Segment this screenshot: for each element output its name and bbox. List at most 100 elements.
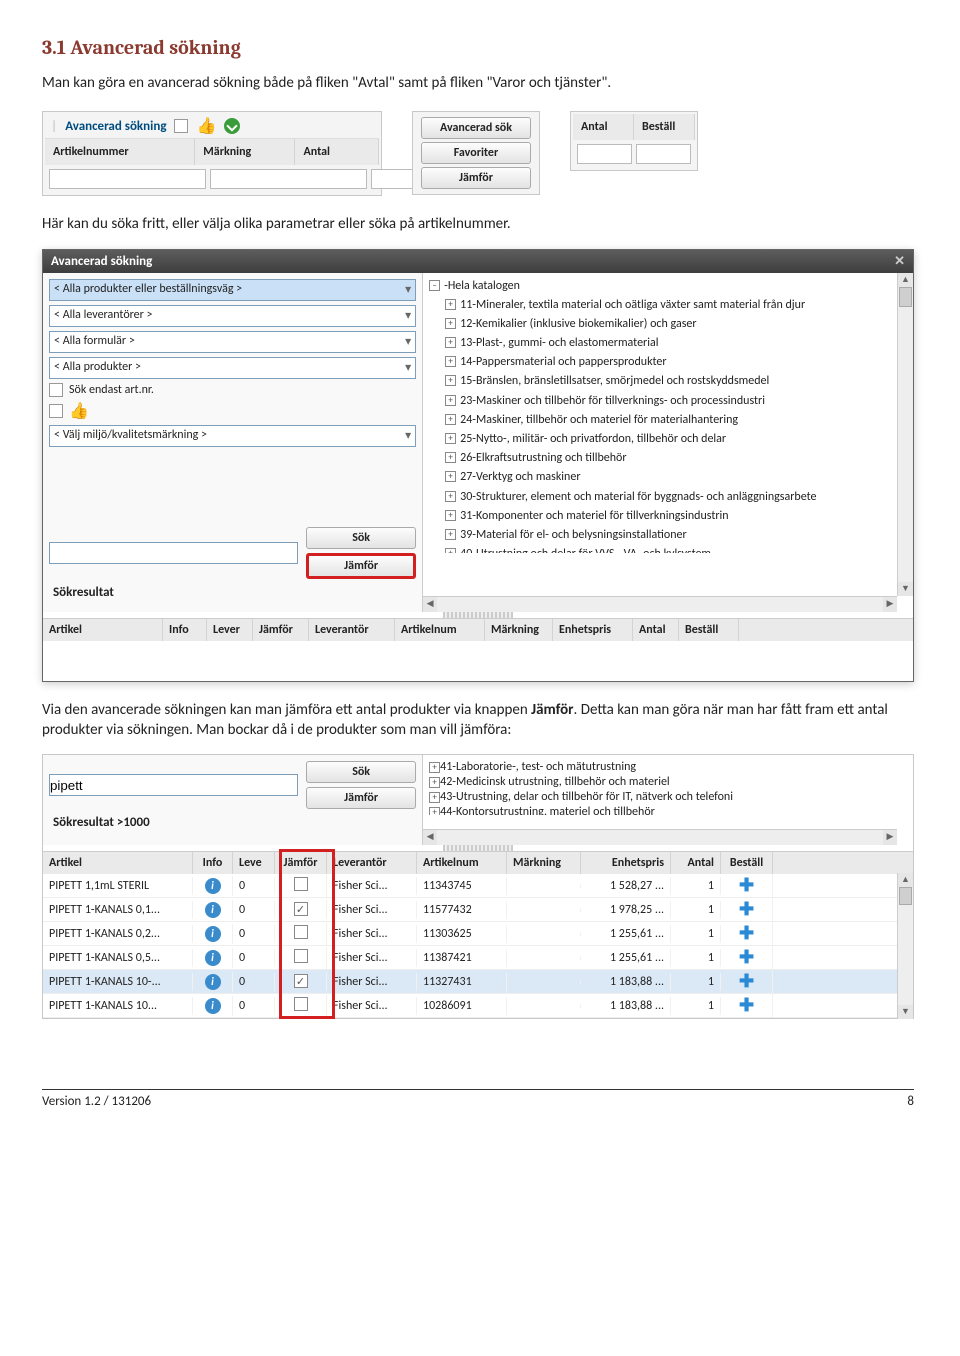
tree-expander-icon[interactable] bbox=[445, 395, 456, 406]
col-header[interactable]: Beställ bbox=[679, 619, 739, 641]
tree-node-label[interactable]: 11-Mineraler, textila material och oätli… bbox=[460, 296, 805, 315]
jamfor-button-highlighted[interactable]: Jämför bbox=[306, 553, 416, 579]
table-row[interactable]: PIPETT 1-KANALS 0,2...i0Fisher Sci...113… bbox=[43, 922, 913, 946]
scroll-left-icon[interactable]: ◀ bbox=[423, 597, 437, 612]
col-header[interactable]: Enhetspris bbox=[553, 619, 633, 641]
tree-expander-icon[interactable] bbox=[445, 375, 456, 386]
tree-node-label[interactable]: 23-Maskiner och tillbehör för tillverkni… bbox=[460, 392, 765, 411]
green-check-icon[interactable] bbox=[224, 118, 240, 134]
add-icon[interactable]: ✚ bbox=[739, 946, 754, 968]
add-icon[interactable]: ✚ bbox=[739, 874, 754, 896]
cell-info[interactable]: i bbox=[193, 996, 233, 1016]
cell-jamfor[interactable]: ✓ bbox=[275, 900, 327, 919]
col-header[interactable]: Beställ bbox=[721, 852, 773, 874]
tree-expander-icon[interactable] bbox=[429, 792, 440, 803]
tree-node-label[interactable]: 44-Kontorsutrustning, materiel och tillb… bbox=[440, 805, 655, 815]
table-row[interactable]: PIPETT 1-KANALS 10-...i0✓Fisher Sci...11… bbox=[43, 970, 913, 994]
cell-info[interactable]: i bbox=[193, 948, 233, 968]
col-header[interactable]: Artikel bbox=[43, 852, 193, 874]
cell-bestall[interactable]: ✚ bbox=[721, 898, 773, 921]
scroll-up-icon[interactable]: ▲ bbox=[898, 873, 913, 887]
close-icon[interactable]: ✕ bbox=[894, 254, 905, 269]
tree-expander-icon[interactable] bbox=[429, 280, 440, 291]
cell-bestall[interactable]: ✚ bbox=[721, 874, 773, 897]
table-row[interactable]: PIPETT 1-KANALS 0,5...i0Fisher Sci...113… bbox=[43, 946, 913, 970]
cell-antal[interactable]: 1 bbox=[671, 973, 721, 991]
filter-select-1[interactable]: < Alla leverantörer >▾ bbox=[49, 305, 416, 327]
cell-bestall[interactable]: ✚ bbox=[721, 994, 773, 1017]
thumb-up-icon[interactable]: 👍 bbox=[196, 116, 216, 136]
info-icon[interactable]: i bbox=[205, 998, 221, 1014]
favoriter-button[interactable]: Favoriter bbox=[421, 142, 531, 164]
tree-node-label[interactable]: 26-Elkraftsutrustning och tillbehör bbox=[460, 449, 626, 468]
cell-bestall[interactable]: ✚ bbox=[721, 922, 773, 945]
tree-node-label[interactable]: 43-Utrustning, delar och tillbehör för I… bbox=[440, 790, 733, 804]
catalog-tree[interactable]: -Hela katalogen11-Mineraler, textila mat… bbox=[423, 273, 913, 553]
col-header[interactable]: Artikel bbox=[43, 619, 163, 641]
scrollbar-vertical[interactable]: ▲ ▼ bbox=[897, 273, 913, 596]
scroll-down-icon[interactable]: ▼ bbox=[898, 1005, 913, 1019]
cell-info[interactable]: i bbox=[193, 876, 233, 896]
tree-expander-icon[interactable] bbox=[429, 777, 440, 788]
tree-expander-icon[interactable] bbox=[429, 762, 440, 773]
table-row[interactable]: PIPETT 1,1mL STERILi0Fisher Sci...113437… bbox=[43, 874, 913, 898]
tree-node-label[interactable]: 12-Kemikalier (inklusive biokemikalier) … bbox=[460, 315, 696, 334]
compare-checkbox[interactable] bbox=[294, 997, 308, 1011]
col-header[interactable]: Leverantör bbox=[327, 852, 417, 874]
col-header[interactable]: Enhetspris bbox=[581, 852, 671, 874]
cell-jamfor[interactable] bbox=[275, 947, 327, 969]
col-header[interactable]: Jämför bbox=[275, 852, 327, 874]
tree-node-label[interactable]: 25-Nytto-, militär- och privatfordon, ti… bbox=[460, 430, 726, 449]
info-icon[interactable]: i bbox=[205, 878, 221, 894]
cell-info[interactable]: i bbox=[193, 972, 233, 992]
scroll-down-icon[interactable]: ▼ bbox=[898, 582, 913, 596]
info-icon[interactable]: i bbox=[205, 926, 221, 942]
table-row[interactable]: PIPETT 1-KANALS 10...i0Fisher Sci...1028… bbox=[43, 994, 913, 1018]
tree-expander-icon[interactable] bbox=[445, 471, 456, 482]
filter-select-2[interactable]: < Alla formulär >▾ bbox=[49, 331, 416, 353]
col-header[interactable]: Lever bbox=[207, 619, 253, 641]
scroll-right-icon[interactable]: ▶ bbox=[883, 597, 897, 612]
markning-input[interactable] bbox=[210, 169, 367, 189]
scroll-right-icon[interactable]: ▶ bbox=[883, 830, 897, 845]
compare-checkbox[interactable] bbox=[294, 877, 308, 891]
tree-expander-icon[interactable] bbox=[445, 548, 456, 552]
info-icon[interactable]: i bbox=[205, 950, 221, 966]
cell-antal[interactable]: 1 bbox=[671, 925, 721, 943]
add-icon[interactable]: ✚ bbox=[739, 994, 754, 1016]
col-header[interactable]: Leverantör bbox=[309, 619, 395, 641]
scroll-up-icon[interactable]: ▲ bbox=[898, 273, 913, 287]
cell-bestall[interactable]: ✚ bbox=[721, 970, 773, 993]
search-input[interactable] bbox=[49, 774, 298, 796]
col-header[interactable]: Info bbox=[163, 619, 207, 641]
col-header[interactable]: Info bbox=[193, 852, 233, 874]
tree-expander-icon[interactable] bbox=[445, 318, 456, 329]
jamfor-button[interactable]: Jämför bbox=[306, 787, 416, 809]
tree-expander-icon[interactable] bbox=[445, 510, 456, 521]
tree-node-label[interactable]: 15-Bränslen, bränsletillsatser, smörjmed… bbox=[460, 372, 769, 391]
table-row[interactable]: PIPETT 1-KANALS 0,1...i0✓Fisher Sci...11… bbox=[43, 898, 913, 922]
col-header[interactable]: Leve bbox=[233, 852, 275, 874]
tree-node-label[interactable]: 42-Medicinsk utrustning, tillbehör och m… bbox=[440, 775, 670, 789]
col-header[interactable]: Antal bbox=[671, 852, 721, 874]
tree-node-label[interactable]: 13-Plast-, gummi- och elastomermaterial bbox=[460, 334, 658, 353]
scrollbar-vertical[interactable]: ▲ ▼ bbox=[897, 873, 913, 1019]
thumb-checkbox[interactable] bbox=[49, 404, 63, 418]
tree-node-label[interactable]: 30-Strukturer, element och material för … bbox=[460, 488, 816, 507]
tree-node-label[interactable]: 31-Komponenter och materiel för tillverk… bbox=[460, 507, 728, 526]
sok-endast-art-checkbox[interactable] bbox=[49, 383, 63, 397]
col-header[interactable]: Märkning bbox=[485, 619, 553, 641]
cell-jamfor[interactable] bbox=[275, 875, 327, 897]
add-icon[interactable]: ✚ bbox=[739, 922, 754, 944]
freetext-search-input[interactable] bbox=[49, 542, 298, 564]
tree-expander-icon[interactable] bbox=[445, 452, 456, 463]
avancerad-sok-button[interactable]: Avancerad sök bbox=[421, 117, 531, 139]
compare-checkbox[interactable] bbox=[294, 949, 308, 963]
compare-checkbox[interactable]: ✓ bbox=[294, 902, 308, 916]
sok-button[interactable]: Sök bbox=[306, 761, 416, 783]
compare-checkbox[interactable]: ✓ bbox=[294, 974, 308, 988]
advanced-search-link[interactable]: Avancerad sökning bbox=[65, 119, 166, 134]
cell-antal[interactable]: 1 bbox=[671, 949, 721, 967]
tree-expander-icon[interactable] bbox=[445, 356, 456, 367]
cell-antal[interactable]: 1 bbox=[671, 997, 721, 1015]
